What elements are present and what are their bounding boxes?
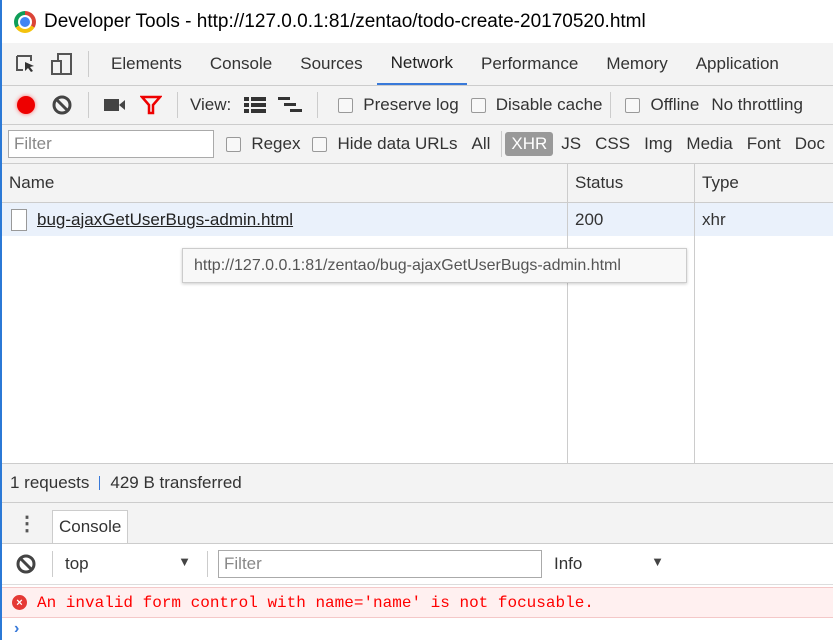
divider [317,92,319,118]
error-text: An invalid form control with name='name'… [37,593,594,612]
divider [177,92,178,118]
divider [99,476,101,490]
dropdown-arrow-icon: ▼ [178,554,191,569]
inspect-element-icon[interactable] [8,43,44,85]
window-titlebar: Developer Tools - http://127.0.0.1:81/ze… [2,0,833,43]
column-header-name[interactable]: Name [2,164,54,202]
regex-label: Regex [251,134,301,153]
divider [501,131,503,157]
column-header-status[interactable]: Status [568,164,623,202]
hide-data-urls-label: Hide data URLs [337,134,458,153]
divider [52,551,53,577]
document-icon [11,208,27,231]
overview-icon[interactable] [273,86,309,124]
filter-type-img[interactable]: Img [638,132,678,156]
log-level-select[interactable]: Info ▼ [554,554,664,574]
offline-label: Offline [650,95,700,114]
capture-screenshots-icon[interactable] [97,86,133,124]
table-header: Name Status Type [2,164,833,203]
divider [88,51,89,77]
filter-bar: Filter Regex Hide data URLs All XHR JS C… [2,125,833,164]
disable-cache-label: Disable cache [495,95,603,114]
requests-count: 1 requests [10,473,90,492]
chrome-logo-icon [14,10,36,33]
large-rows-icon[interactable] [237,86,273,124]
request-name-cell[interactable]: bug-ajaxGetUserBugs-admin.html [4,203,293,236]
panel-tabs: Elements Console Sources Network Perform… [2,43,833,86]
error-icon: × [12,595,27,610]
summary-bar: 1 requests 429 B transferred [2,463,833,503]
console-prompt-icon[interactable]: › [14,620,19,638]
divider [207,551,208,577]
drawer-tab-console[interactable]: Console [52,509,129,543]
filter-type-media[interactable]: Media [680,132,738,156]
divider [88,92,89,118]
tab-sources[interactable]: Sources [286,43,376,85]
more-vertical-icon[interactable]: ⋮ [2,503,52,543]
column-divider[interactable] [567,164,568,463]
filter-type-js[interactable]: JS [555,132,587,156]
context-select[interactable]: top ▼ [61,554,191,574]
window-title: Developer Tools - http://127.0.0.1:81/ze… [44,10,646,32]
filter-input[interactable]: Filter [8,130,215,158]
filter-type-doc[interactable]: Doc [789,132,831,156]
view-label: View: [190,95,232,114]
column-divider[interactable] [694,164,695,463]
request-name-link[interactable]: bug-ajaxGetUserBugs-admin.html [37,210,293,230]
tab-application[interactable]: Application [682,43,793,85]
filter-type-all[interactable]: All [465,132,496,156]
filter-type-css[interactable]: CSS [589,132,636,156]
divider [610,92,612,118]
transferred-size: 429 B transferred [110,473,242,492]
clear-console-icon[interactable] [8,544,44,584]
drawer-tabs: ⋮ Console [2,503,833,544]
preserve-log-checkbox[interactable]: Preserve log [338,95,459,115]
regex-checkbox[interactable]: Regex [226,134,300,154]
device-toolbar-icon[interactable] [44,43,80,85]
tab-console[interactable]: Console [196,43,286,85]
record-icon[interactable] [8,86,44,124]
table-row[interactable]: bug-ajaxGetUserBugs-admin.html 200 xhr [2,203,833,236]
log-level-value: Info [554,554,583,573]
console-toolbar: top ▼ Filter Info ▼ [2,544,833,585]
filter-type-xhr[interactable]: XHR [505,132,554,156]
clear-icon[interactable] [44,86,80,124]
request-type-cell: xhr [702,209,726,229]
network-toolbar: View: Preserve log Disable cache Offline… [2,86,833,125]
column-header-type[interactable]: Type [695,164,739,202]
tab-network[interactable]: Network [376,43,467,85]
context-value: top [65,554,89,573]
request-status-cell: 200 [575,209,604,229]
tab-elements[interactable]: Elements [97,43,196,85]
url-tooltip: http://127.0.0.1:81/zentao/bug-ajaxGetUs… [182,248,687,283]
console-error-message: × An invalid form control with name='nam… [2,587,833,618]
preserve-log-label: Preserve log [363,95,459,114]
console-filter-input[interactable]: Filter [218,550,542,578]
filter-icon[interactable] [133,86,169,124]
tab-memory[interactable]: Memory [592,43,681,85]
disable-cache-checkbox[interactable]: Disable cache [470,95,603,115]
dropdown-arrow-icon: ▼ [651,554,664,569]
requests-table: Name Status Type bug-ajaxGetUserBugs-adm… [2,164,833,463]
throttling-select[interactable]: No throttling [711,95,803,115]
filter-type-font[interactable]: Font [741,132,787,156]
tab-performance[interactable]: Performance [467,43,592,85]
hide-data-urls-checkbox[interactable]: Hide data URLs [312,134,457,154]
offline-checkbox[interactable]: Offline [625,95,699,115]
